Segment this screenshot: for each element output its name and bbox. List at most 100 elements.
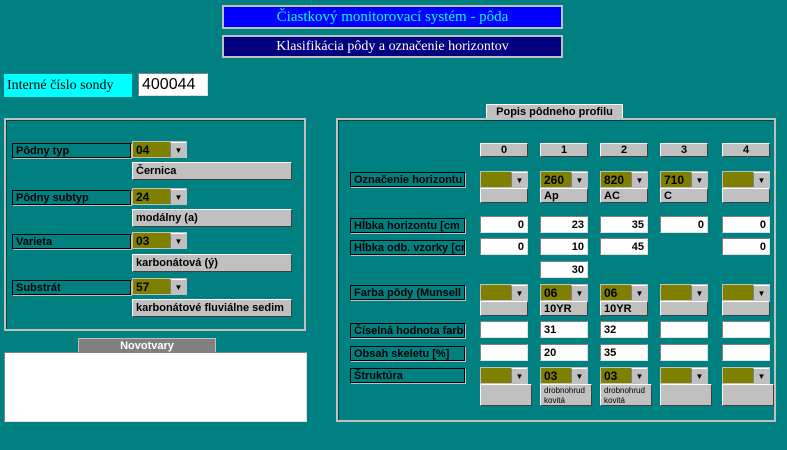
- variety-label: Varieta: [12, 234, 131, 249]
- horizon-depth-field[interactable]: 23: [540, 216, 588, 233]
- color-value-field[interactable]: 32: [600, 321, 648, 338]
- soil-color-combo-4[interactable]: ▼: [722, 284, 770, 301]
- column-header-4: 4: [722, 143, 770, 157]
- color-value-field[interactable]: [660, 321, 708, 338]
- horizon-code-combo-2[interactable]: 820 ▼: [600, 171, 648, 188]
- novotvary-textarea[interactable]: [4, 352, 307, 422]
- triangle-down-icon[interactable]: ▼: [753, 285, 769, 300]
- sample-depth-field[interactable]: 10: [540, 238, 588, 255]
- skeleton-content-field[interactable]: [722, 344, 770, 361]
- structure-name: [480, 384, 532, 406]
- structure-name: drobnohrud kovitá: [600, 384, 652, 406]
- soil-color-name: [660, 301, 708, 316]
- soil-color-code: 06: [604, 285, 618, 300]
- sample-depth-field[interactable]: 0: [480, 238, 528, 255]
- app-title: Čiastkový monitorovací systém - pôda: [222, 5, 563, 29]
- structure-combo-0[interactable]: ▼: [480, 367, 528, 384]
- horizon-code: 820: [604, 172, 625, 187]
- soil-subtype-label: Pôdny subtyp: [12, 190, 131, 205]
- skeleton-content-field[interactable]: [660, 344, 708, 361]
- structure-code: 03: [604, 368, 618, 383]
- structure-combo-3[interactable]: ▼: [660, 367, 708, 384]
- triangle-down-icon[interactable]: ▼: [631, 172, 647, 187]
- skeleton-content-field[interactable]: 35: [600, 344, 648, 361]
- triangle-down-icon[interactable]: ▼: [631, 285, 647, 300]
- triangle-down-icon[interactable]: ▼: [631, 368, 647, 383]
- structure-combo-2[interactable]: 03 ▼: [600, 367, 648, 384]
- triangle-down-icon[interactable]: ▼: [511, 368, 527, 383]
- structure-name: drobnohrud kovitá: [540, 384, 592, 406]
- sample-depth-extra-field[interactable]: 30: [540, 261, 588, 278]
- variety-combo[interactable]: 03 ▼: [132, 232, 187, 249]
- skeleton-content-field[interactable]: [480, 344, 528, 361]
- horizon-code-combo-3[interactable]: 710 ▼: [660, 171, 708, 188]
- substrate-description: karbonátové fluviálne sedim: [132, 299, 292, 317]
- soil-type-code: 04: [136, 142, 150, 157]
- structure-combo-1[interactable]: 03 ▼: [540, 367, 588, 384]
- soil-type-description: Černica: [132, 162, 292, 180]
- sample-depth-label: Hĺbka odb. vzorky [cn: [350, 240, 465, 255]
- triangle-down-icon[interactable]: ▼: [511, 285, 527, 300]
- soil-color-code: [723, 285, 753, 300]
- sample-depth-field[interactable]: 0: [722, 238, 770, 255]
- page-subtitle: Klasifikácia pôdy a označenie horizontov: [222, 35, 563, 58]
- triangle-down-icon[interactable]: ▼: [571, 368, 587, 383]
- triangle-down-icon[interactable]: ▼: [571, 172, 587, 187]
- column-header-2: 2: [600, 143, 648, 157]
- triangle-down-icon[interactable]: ▼: [170, 233, 186, 248]
- probe-number-label: Interné číslo sondy: [4, 74, 132, 97]
- structure-name: [660, 384, 712, 406]
- horizon-name: [480, 188, 528, 203]
- soil-color-label: Farba pôdy (Munsell: [350, 285, 465, 300]
- soil-color-name: 10YR: [600, 301, 648, 316]
- structure-code: [481, 368, 511, 383]
- triangle-down-icon[interactable]: ▼: [753, 172, 769, 187]
- horizon-code: 710: [664, 172, 685, 187]
- horizon-code: [723, 172, 753, 187]
- soil-subtype-code: 24: [136, 189, 150, 204]
- triangle-down-icon[interactable]: ▼: [170, 189, 186, 204]
- sample-depth-field[interactable]: 45: [600, 238, 648, 255]
- variety-code: 03: [136, 233, 150, 248]
- horizon-designation-label: Označenie horizontu: [350, 172, 465, 187]
- soil-color-code: [481, 285, 511, 300]
- color-value-field[interactable]: [480, 321, 528, 338]
- soil-color-code: 06: [544, 285, 558, 300]
- soil-subtype-combo[interactable]: 24 ▼: [132, 188, 187, 205]
- horizon-depth-field[interactable]: 0: [480, 216, 528, 233]
- probe-number-field[interactable]: 400044: [138, 73, 208, 96]
- triangle-down-icon[interactable]: ▼: [170, 279, 186, 294]
- triangle-down-icon[interactable]: ▼: [511, 172, 527, 187]
- triangle-down-icon[interactable]: ▼: [571, 285, 587, 300]
- horizon-depth-field[interactable]: 0: [660, 216, 708, 233]
- substrate-combo[interactable]: 57 ▼: [132, 278, 187, 295]
- horizon-code-combo-4[interactable]: ▼: [722, 171, 770, 188]
- substrate-label: Substrát: [12, 280, 131, 295]
- soil-color-code: [661, 285, 691, 300]
- horizon-code-combo-1[interactable]: 260 ▼: [540, 171, 588, 188]
- triangle-down-icon[interactable]: ▼: [170, 142, 186, 157]
- structure-combo-4[interactable]: ▼: [722, 367, 770, 384]
- horizon-code-combo-0[interactable]: ▼: [480, 171, 528, 188]
- horizon-code: 260: [544, 172, 565, 187]
- horizon-depth-field[interactable]: 0: [722, 216, 770, 233]
- triangle-down-icon[interactable]: ▼: [691, 172, 707, 187]
- horizon-name: C: [660, 188, 708, 203]
- structure-code: [661, 368, 691, 383]
- color-value-field[interactable]: 31: [540, 321, 588, 338]
- soil-color-combo-0[interactable]: ▼: [480, 284, 528, 301]
- structure-label: Štruktúra: [350, 368, 465, 383]
- soil-color-name: [722, 301, 770, 316]
- soil-type-combo[interactable]: 04 ▼: [132, 141, 187, 158]
- skeleton-content-field[interactable]: 20: [540, 344, 588, 361]
- horizon-depth-field[interactable]: 35: [600, 216, 648, 233]
- soil-color-combo-1[interactable]: 06 ▼: [540, 284, 588, 301]
- color-value-field[interactable]: [722, 321, 770, 338]
- structure-code: 03: [544, 368, 558, 383]
- triangle-down-icon[interactable]: ▼: [691, 285, 707, 300]
- soil-color-combo-2[interactable]: 06 ▼: [600, 284, 648, 301]
- triangle-down-icon[interactable]: ▼: [691, 368, 707, 383]
- soil-color-combo-3[interactable]: ▼: [660, 284, 708, 301]
- triangle-down-icon[interactable]: ▼: [753, 368, 769, 383]
- horizon-name: AC: [600, 188, 648, 203]
